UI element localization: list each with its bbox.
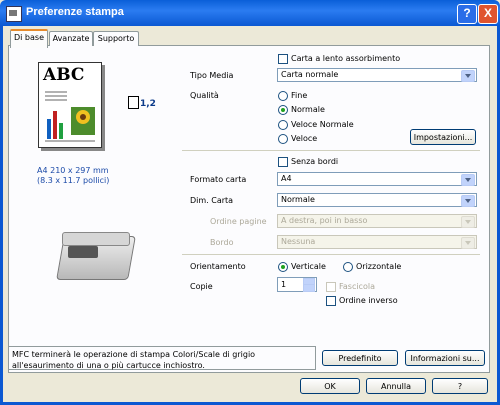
ok-button[interactable]: OK (300, 378, 360, 394)
informazioni-button[interactable]: Informazioni su... (405, 350, 485, 366)
info-message: MFC terminerà le operazione di stampa Co… (8, 346, 316, 370)
dim-carta-select[interactable]: Normale (277, 193, 477, 207)
paper-size-line2: (8.3 x 11.7 pollici) (37, 176, 110, 185)
document-preview: ABC (38, 62, 102, 148)
impostazioni-button[interactable]: Impostazioni... (410, 129, 476, 145)
copies-page-icon (128, 96, 139, 109)
senza-bordi-label: Senza bordi (291, 157, 339, 166)
qualita-veloce-normale-label: Veloce Normale (291, 120, 354, 129)
tipo-media-select[interactable]: Carta normale (277, 68, 477, 82)
dim-carta-label: Dim. Carta (190, 196, 234, 205)
bordo-value: Nessuna (281, 237, 316, 246)
fascicola-label: Fascicola (339, 282, 375, 291)
qualita-normale-label: Normale (291, 105, 325, 114)
chevron-down-icon[interactable] (461, 70, 475, 82)
fascicola-checkbox[interactable] (326, 282, 336, 292)
chevron-down-icon[interactable] (461, 174, 475, 186)
orientamento-label: Orientamento (190, 262, 246, 271)
ordine-pagine-value: A destra, poi in basso (281, 216, 368, 225)
bordo-label: Bordo (210, 238, 234, 247)
qualita-normale-radio[interactable] (278, 105, 288, 115)
printer-control-panel (68, 246, 98, 258)
copie-label: Copie (190, 282, 213, 291)
window-title: Preferenze stampa (26, 6, 124, 18)
close-button[interactable]: X (478, 4, 498, 24)
ordine-inverso-label: Ordine inverso (339, 296, 398, 305)
carta-lento-label: Carta a lento assorbimento (291, 54, 401, 63)
tipo-media-label: Tipo Media (190, 71, 234, 80)
formato-carta-value: A4 (281, 174, 292, 183)
orizzontale-label: Orizzontale (356, 262, 402, 271)
paper-size-line1: A4 210 x 297 mm (37, 166, 109, 175)
tab-di-base[interactable]: Di base (10, 29, 48, 48)
verticale-label: Verticale (291, 262, 326, 271)
printer-scanner-lid (62, 232, 130, 246)
section-divider (182, 150, 480, 151)
tab-supporto[interactable]: Supporto (93, 31, 139, 46)
qualita-veloce-normale-radio[interactable] (278, 120, 288, 130)
predefinito-button[interactable]: Predefinito (322, 350, 398, 366)
ordine-inverso-checkbox[interactable] (326, 296, 336, 306)
formato-carta-select[interactable]: A4 (277, 172, 477, 186)
help-title-button[interactable]: ? (457, 4, 477, 24)
ordine-pagine-select[interactable]: A destra, poi in basso (277, 214, 477, 228)
help-button[interactable]: ? (432, 378, 488, 394)
orizzontale-radio[interactable] (343, 262, 353, 272)
chart-and-sunflower-icon (45, 91, 95, 142)
qualita-veloce-radio[interactable] (278, 134, 288, 144)
chevron-down-icon[interactable] (461, 216, 475, 228)
formato-carta-label: Formato carta (190, 175, 247, 184)
tab-avanzate[interactable]: Avanzate (49, 31, 93, 46)
bordo-select[interactable]: Nessuna (277, 235, 477, 249)
printer-icon (6, 6, 22, 22)
section-divider (182, 254, 480, 255)
verticale-radio[interactable] (278, 262, 288, 272)
carta-lento-checkbox[interactable] (278, 54, 288, 64)
ordine-pagine-label: Ordine pagine (210, 217, 267, 226)
chevron-down-icon[interactable] (461, 237, 475, 249)
dim-carta-value: Normale (281, 195, 315, 204)
qualita-label: Qualità (190, 91, 219, 100)
spinner-down-icon[interactable] (303, 284, 315, 292)
qualita-fine-radio[interactable] (278, 91, 288, 101)
annulla-button[interactable]: Annulla (366, 378, 426, 394)
chevron-down-icon[interactable] (461, 195, 475, 207)
qualita-fine-label: Fine (291, 91, 308, 100)
qualita-veloce-label: Veloce (291, 134, 318, 143)
tipo-media-value: Carta normale (281, 70, 339, 79)
senza-bordi-checkbox[interactable] (278, 157, 288, 167)
doc-text: ABC (43, 65, 85, 85)
copie-spinner[interactable]: 1 (277, 277, 317, 292)
copie-value: 1 (281, 280, 287, 289)
copies-badge: 1,2 (140, 99, 156, 109)
